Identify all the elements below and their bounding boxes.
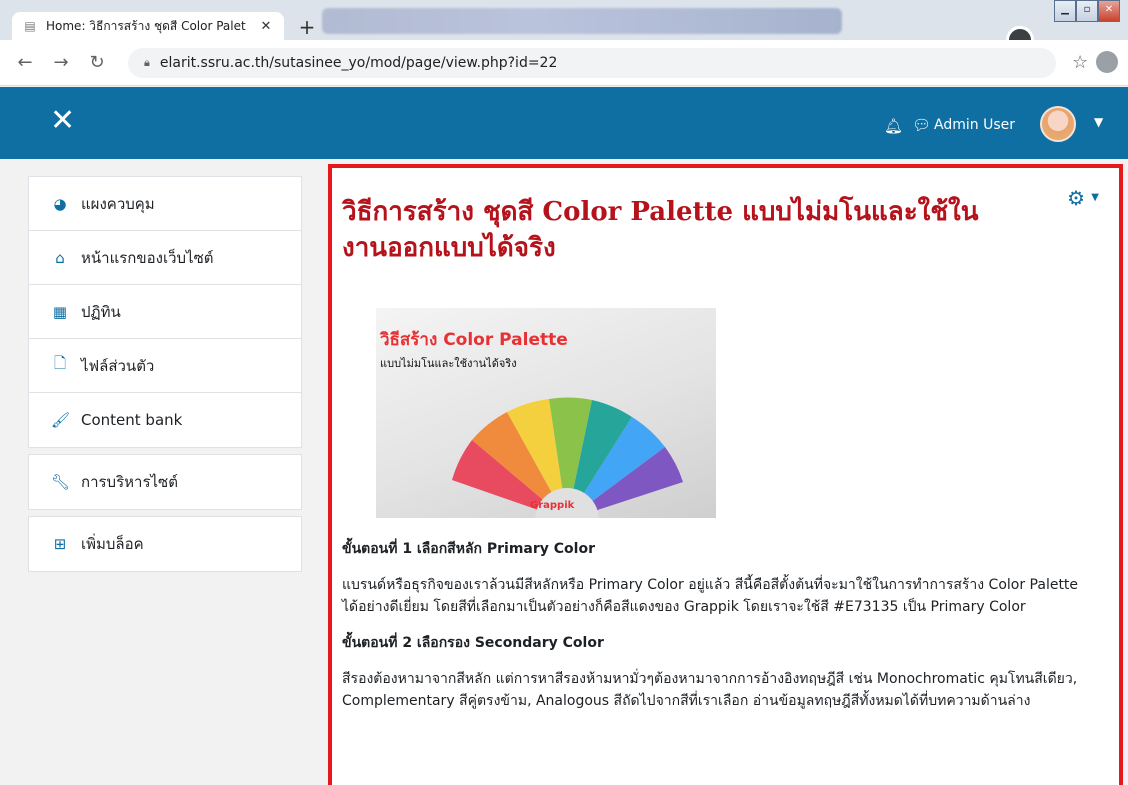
window-controls: ▁ ▫ ✕ [1054, 0, 1120, 22]
user-name[interactable]: Admin User [934, 117, 1015, 133]
main-content: ⚙ ▼ วิธีการสร้าง ชุดสี Color Palette แบบ… [328, 164, 1123, 785]
url-text[interactable]: elarit.ssru.ac.th/sutasinee_yo/mod/page/… [160, 55, 558, 71]
sidebar-block-add-block: ⊞ เพิ่มบล็อค [28, 516, 302, 572]
forward-arrow-icon[interactable]: → [50, 52, 72, 73]
sidebar-item-label: เพิ่มบล็อค [81, 535, 144, 553]
new-tab-button[interactable]: + [296, 16, 318, 38]
sidebar-item-label: ไฟล์ส่วนตัว [81, 356, 155, 375]
step1-paragraph: แบรนด์หรือธุรกิจของเราล้วนมีสีหลักหรือ P… [342, 577, 1079, 615]
tab-close-icon[interactable]: ✕ [258, 19, 274, 34]
chevron-down-icon[interactable]: ▼ [1091, 192, 1099, 203]
wrench-icon: 🔧︎ [51, 473, 71, 491]
page-favicon-icon: ▤ [24, 19, 36, 33]
calendar-icon: ▦ [52, 302, 68, 321]
address-bar[interactable]: 🔒︎ elarit.ssru.ac.th/sutasinee_yo/mod/pa… [128, 48, 1056, 78]
home-icon: ⌂ [55, 248, 65, 267]
step2-heading: ขั้นตอนที่ 2 เลือกรอง Secondary Color [342, 635, 604, 651]
hero-image: วิธีสร้าง Color Palette แบบไม่มโนและใช้ง… [376, 308, 716, 518]
user-menu-caret-icon[interactable]: ▼ [1094, 115, 1103, 129]
bell-icon[interactable]: 🔔︎ [884, 117, 903, 135]
tab-title: Home: วิธีการสร้าง ชุดสี Color Palet [46, 18, 246, 33]
browser-toolbar: ← → ↻ 🔒︎ elarit.ssru.ac.th/sutasinee_yo/… [0, 40, 1128, 86]
sidebar-item-content-bank[interactable]: 🖌︎ Content bank [29, 393, 301, 447]
site-navbar: ✕ 🔔︎ 💬︎ Admin User ▼ [0, 87, 1128, 159]
reload-icon[interactable]: ↻ [86, 52, 108, 73]
step2-paragraph: สีรองต้องหามาจากสีหลัก แต่การหาสีรองห้าม… [342, 671, 1078, 709]
browser-tab[interactable]: ▤ Home: วิธีการสร้าง ชุดสี Color Palet ✕ [12, 12, 284, 40]
lock-icon[interactable]: 🔒︎ [144, 56, 150, 70]
sidebar-item-label: แผงควบคุม [81, 194, 155, 213]
step1-heading: ขั้นตอนที่ 1 เลือกสีหลัก Primary Color [342, 541, 595, 557]
sidebar-item-add-block[interactable]: ⊞ เพิ่มบล็อค [29, 517, 301, 571]
close-drawer-icon[interactable]: ✕ [50, 105, 75, 137]
hero-brand: Grappik [530, 500, 575, 511]
sidebar-block-admin: 🔧︎ การบริหารไซต์ [28, 454, 302, 510]
bookmark-star-icon[interactable]: ☆ [1072, 52, 1088, 73]
account-icon[interactable] [1096, 51, 1118, 73]
sidebar-item-label: ปฏิทิน [81, 302, 121, 321]
color-swatch-fan-illustration [452, 397, 683, 518]
hero-subtitle: แบบไม่มโนและใช้งานได้จริง [380, 357, 517, 370]
sidebar-block-nav: ◕ แผงควบคุม ⌂ หน้าแรกของเว็บไซต์ ▦ ปฏิทิ… [28, 176, 302, 448]
sidebar-item-label: การบริหารไซต์ [81, 473, 178, 491]
page-title: วิธีการสร้าง ชุดสี Color Palette แบบไม่ม… [342, 197, 979, 263]
page-body: ขั้นตอนที่ 1 เลือกสีหลัก Primary Color แ… [342, 538, 1082, 726]
sidebar: ◕ แผงควบคุม ⌂ หน้าแรกของเว็บไซต์ ▦ ปฏิทิ… [28, 176, 302, 578]
file-icon: 🗋︎ [53, 354, 67, 372]
sidebar-item-label: Content bank [81, 411, 183, 429]
sidebar-item-site-home[interactable]: ⌂ หน้าแรกของเว็บไซต์ [29, 231, 301, 285]
maximize-icon[interactable]: ▫ [1076, 0, 1098, 22]
paintbrush-icon: 🖌︎ [51, 411, 71, 429]
sidebar-item-site-admin[interactable]: 🔧︎ การบริหารไซต์ [29, 455, 301, 509]
hero-title: วิธีสร้าง Color Palette [380, 330, 568, 350]
plus-square-icon: ⊞ [53, 535, 67, 553]
sidebar-item-calendar[interactable]: ▦ ปฏิทิน [29, 285, 301, 339]
back-arrow-icon[interactable]: ← [14, 52, 36, 73]
browser-tab-strip: ▤ Home: วิธีการสร้าง ชุดสี Color Palet ✕… [0, 0, 1128, 54]
gear-icon[interactable]: ⚙ [1067, 186, 1085, 210]
background-tabs[interactable] [322, 8, 842, 34]
chat-icon[interactable]: 💬︎ [912, 116, 931, 134]
sidebar-item-label: หน้าแรกของเว็บไซต์ [81, 248, 214, 267]
sidebar-item-private-files[interactable]: 🗋︎ ไฟล์ส่วนตัว [29, 339, 301, 393]
minimize-icon[interactable]: ▁ [1054, 0, 1076, 22]
avatar[interactable] [1040, 106, 1076, 142]
sidebar-item-dashboard[interactable]: ◕ แผงควบคุม [29, 177, 301, 231]
dashboard-icon: ◕ [53, 194, 67, 213]
window-close-icon[interactable]: ✕ [1098, 0, 1120, 22]
